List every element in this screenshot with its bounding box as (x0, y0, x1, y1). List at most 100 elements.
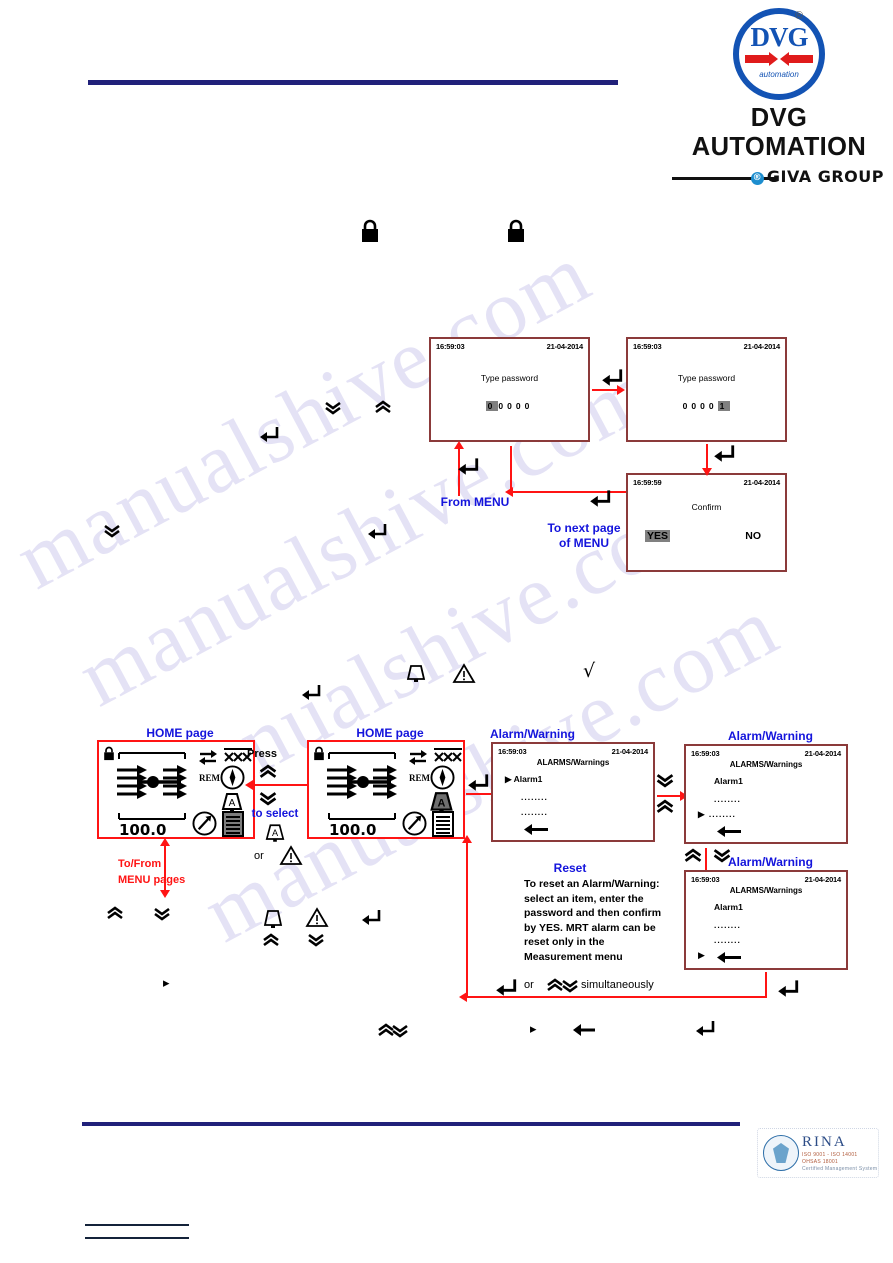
padlock-icon (104, 746, 114, 761)
play-triangle-icon: ▸ (530, 1022, 537, 1037)
chevron-double-up-icon[interactable] (258, 763, 278, 780)
label-press: Press (247, 748, 277, 760)
chevron-double-up-icon[interactable] (655, 798, 675, 815)
lcd-screen-home-right[interactable]: 100.0 REM A (307, 740, 465, 839)
password-digit-3[interactable]: 0 (709, 401, 718, 411)
password-digit-2[interactable]: 0 (700, 401, 709, 411)
password-digit-4[interactable]: 1 (717, 401, 731, 411)
lcd-time: 16:59:59 (633, 478, 662, 487)
lcd-date: 21-04-2014 (743, 342, 781, 351)
bell-icon (406, 665, 426, 682)
caption-alarm-2: Alarm/Warning (728, 729, 813, 743)
company-name: DVG AUTOMATION (691, 104, 867, 161)
lcd-screen-alarms-3[interactable]: 16:59:03 21-04-2014 ALARMS/Warnings Alar… (684, 870, 848, 970)
warning-triangle-icon (452, 663, 476, 683)
chevron-double-down-icon[interactable] (655, 772, 675, 789)
back-arrow-icon[interactable] (716, 951, 742, 964)
enter-icon (778, 980, 799, 997)
label-to-next-page-1: To next page (547, 521, 621, 535)
back-arrow-icon[interactable] (716, 825, 742, 838)
lcd-time: 16:59:03 (498, 747, 527, 756)
confirm-no-button[interactable]: NO (745, 530, 761, 542)
chevron-double-up-icon (375, 400, 391, 414)
lcd-screen-alarms-2[interactable]: 16:59:03 21-04-2014 ALARMS/Warnings Alar… (684, 744, 848, 844)
list-icon[interactable] (432, 811, 454, 837)
confirm-yes-button[interactable]: YES (645, 530, 671, 542)
back-arrow-icon[interactable] (523, 823, 549, 836)
password-digit-4[interactable]: 0 (525, 401, 534, 411)
lcd-screen-confirm[interactable]: 16:59:59 21-04-2014 Confirm YES NO (626, 473, 787, 572)
position-indicator-icon (220, 765, 245, 790)
password-digit-0[interactable]: 0 (485, 401, 499, 411)
caption-alarm-3: Alarm/Warning (728, 855, 813, 869)
alarm-row[interactable]: ........ (521, 807, 548, 817)
warning-triangle-icon (305, 907, 329, 927)
home-rem-label: REM (409, 773, 430, 783)
rina-line-2: OHSAS 18001 (802, 1159, 839, 1165)
bell-icon: A (265, 824, 285, 842)
label-to-next-page-2: of MENU (559, 536, 609, 550)
alarm-row[interactable]: Alarm1 (714, 776, 743, 786)
lcd-time: 16:59:03 (691, 875, 720, 884)
password-digit-2[interactable]: 0 (507, 401, 516, 411)
connector-alarm1-to-alarm2 (657, 791, 688, 801)
bottom-left-rule-1 (85, 1224, 189, 1226)
lcd-date: 21-04-2014 (804, 875, 842, 884)
alarm-row[interactable]: ........ (714, 794, 741, 804)
alarm-row[interactable]: ........ (714, 935, 741, 945)
rina-line-3: Certified Management System (802, 1166, 878, 1172)
company-logo: DVG automation ® DVG AUTOMATION ® GIVA GR… (672, 8, 886, 186)
group-name-text: GIVA GROUP (766, 167, 884, 186)
lcd-time: 16:59:03 (633, 342, 662, 351)
alarm-row[interactable]: Alarm1 (714, 902, 743, 912)
valve-schematic-icon (117, 752, 187, 820)
lcd-date: 21-04-2014 (804, 749, 842, 758)
lcd-title: ALARMS/Warnings (536, 758, 610, 767)
transfer-arrows-icon (409, 750, 427, 765)
group-line: ® GIVA GROUP (672, 167, 886, 189)
cursor-icon: ▶ (698, 809, 706, 819)
lcd-time: 16:59:03 (691, 749, 720, 758)
caption-home-right: HOME page (356, 726, 424, 740)
bell-icon (263, 910, 283, 928)
padlock-icon (314, 746, 324, 761)
enter-icon (468, 774, 489, 791)
rina-name: RINA (802, 1134, 847, 1150)
enter-icon (458, 458, 479, 475)
password-digit-1[interactable]: 0 (498, 401, 507, 411)
caption-alarm-1: Alarm/Warning (490, 727, 575, 741)
reset-note-line: password and then confirm (524, 907, 662, 919)
reset-note-line: by YES. MRT alarm can be (524, 921, 656, 934)
connector-home-left-right (245, 780, 315, 790)
alarm-row[interactable]: ▶ Alarm1 (505, 774, 542, 785)
password-digits[interactable]: 0000 1 (628, 401, 785, 411)
label-to-select: to select (251, 808, 299, 820)
alarm-row[interactable]: ........ (521, 792, 548, 802)
enter-icon (714, 445, 735, 462)
lcd-date: 21-04-2014 (546, 342, 584, 351)
enter-icon (302, 685, 321, 700)
alarm-row[interactable]: ........ (714, 920, 741, 930)
password-digit-1[interactable]: 0 (691, 401, 700, 411)
password-digits[interactable]: 0 0000 (431, 401, 588, 411)
lcd-prompt: Type password (480, 373, 539, 383)
lcd-screen-type-password-2[interactable]: 16:59:03 21-04-2014 Type password 0000 1 (626, 337, 787, 442)
connector-s3-riser (510, 446, 512, 492)
enter-icon (590, 490, 611, 507)
lcd-screen-alarms-1[interactable]: 16:59:03 21-04-2014 ALARMS/Warnings ▶ Al… (491, 742, 655, 842)
gauge-icon (402, 811, 427, 836)
svg-text:A: A (272, 828, 279, 838)
reset-note-line: To reset an Alarm/Warning: (524, 878, 660, 890)
lcd-screen-type-password-1[interactable]: 16:59:03 21-04-2014 Type password 0 0000 (429, 337, 590, 442)
checkmark-icon: √ (583, 660, 596, 682)
chevron-double-down-icon[interactable] (258, 790, 278, 807)
play-triangle-icon: ▸ (163, 976, 170, 991)
lcd-screen-home-left[interactable]: 100.0 REM A (97, 740, 255, 839)
chevron-double-up-icon[interactable] (683, 847, 703, 864)
chevron-double-down-icon (104, 524, 120, 538)
alarm-row[interactable]: ▶ ........ (698, 809, 736, 820)
padlock-icon (508, 219, 524, 242)
reset-note-line: reset only in the (524, 936, 605, 948)
password-digit-3[interactable]: 0 (516, 401, 525, 411)
home-process-value: 100.0 (119, 821, 167, 839)
